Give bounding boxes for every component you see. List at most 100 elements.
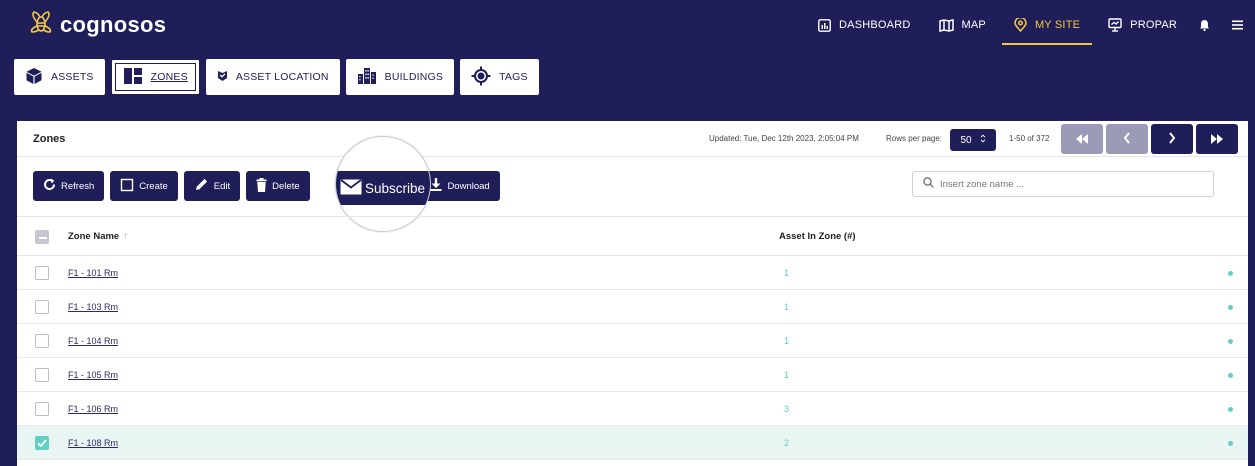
- delete-button[interactable]: Delete: [246, 171, 310, 201]
- zone-name-link[interactable]: F1 - 101 Rm: [68, 268, 118, 278]
- refresh-button[interactable]: Refresh: [33, 171, 105, 201]
- asset-count: 1: [784, 302, 790, 312]
- nav-my-site[interactable]: MY SITE: [1001, 0, 1093, 50]
- menu-button[interactable]: [1232, 0, 1243, 50]
- search-input[interactable]: [940, 178, 1190, 190]
- buildings-icon: [357, 67, 377, 88]
- zone-search[interactable]: [912, 171, 1214, 197]
- tab-buildings[interactable]: BUILDINGS: [345, 59, 455, 95]
- chevron-right-icon: [1168, 131, 1176, 147]
- tab-asset-location-label: ASSET LOCATION: [235, 71, 329, 83]
- location-pin-icon: [1014, 18, 1027, 32]
- table-row[interactable]: F1 - 101 Rm 1: [17, 256, 1248, 290]
- tab-tags-label: TAGS: [499, 71, 528, 83]
- status-dot: [1228, 271, 1233, 276]
- envelope-icon: [340, 178, 362, 198]
- download-icon: [430, 178, 442, 194]
- row-checkbox[interactable]: [35, 266, 49, 280]
- delete-label: Delete: [272, 180, 300, 192]
- table-row[interactable]: F1 - 103 Rm 1: [17, 290, 1248, 324]
- last-page-button[interactable]: [1196, 124, 1238, 154]
- main-nav: DASHBOARD MAP MY SITE PROPAR: [790, 0, 1243, 50]
- table-header: Zone Name ↑ Asset In Zone (#): [17, 216, 1248, 256]
- bee-logo-icon: [28, 9, 54, 40]
- tab-assets[interactable]: ASSETS: [14, 59, 105, 95]
- column-zone-name-label: Zone Name: [68, 231, 120, 242]
- zone-name-link[interactable]: F1 - 104 Rm: [68, 336, 118, 346]
- subscribe-label: Subscribe: [365, 180, 426, 196]
- cube-icon: [25, 67, 43, 88]
- zone-name-link[interactable]: F1 - 108 Rm: [68, 438, 118, 448]
- download-button[interactable]: Download: [420, 171, 500, 201]
- rows-per-page-select[interactable]: 50: [950, 129, 996, 151]
- pagination-range: 1-50 of 372: [1009, 134, 1050, 143]
- row-checkbox[interactable]: [35, 402, 49, 416]
- rows-per-page-value: 50: [960, 134, 972, 146]
- zone-name-link[interactable]: F1 - 106 Rm: [68, 404, 118, 414]
- notifications-button[interactable]: [1199, 0, 1210, 50]
- updated-timestamp: Updated: Tue, Dec 12th 2023, 2:05:04 PM: [709, 134, 859, 143]
- status-dot: [1228, 305, 1233, 310]
- status-dot: [1228, 441, 1233, 446]
- zones-panel: Zones Updated: Tue, Dec 12th 2023, 2:05:…: [17, 121, 1248, 466]
- double-chevron-right-icon: [1210, 131, 1224, 147]
- chevron-left-icon: [1123, 131, 1131, 147]
- zone-name-link[interactable]: F1 - 105 Rm: [68, 370, 118, 380]
- edit-button[interactable]: Edit: [183, 171, 241, 201]
- rows-per-page-label: Rows per page:: [886, 134, 943, 143]
- pagination-controls: [1061, 124, 1238, 154]
- presentation-icon: [1108, 18, 1122, 32]
- row-checkbox[interactable]: [35, 368, 49, 382]
- nav-map-label: MAP: [961, 19, 986, 31]
- row-checkbox[interactable]: [35, 334, 49, 348]
- search-icon: [923, 175, 934, 193]
- next-page-button[interactable]: [1151, 124, 1193, 154]
- asset-count: 2: [784, 438, 790, 448]
- panel-header: Zones Updated: Tue, Dec 12th 2023, 2:05:…: [17, 121, 1248, 157]
- status-dot: [1228, 407, 1233, 412]
- subscribe-button-zoomed[interactable]: Subscribe: [336, 171, 430, 205]
- brand-logo[interactable]: cognosos: [28, 9, 166, 40]
- row-checkbox[interactable]: [35, 300, 49, 314]
- page-title: Zones: [33, 133, 66, 145]
- create-button[interactable]: Create: [110, 171, 178, 201]
- tab-asset-location[interactable]: ASSET LOCATION: [205, 59, 340, 95]
- sort-arrow-up-icon[interactable]: ↑: [123, 231, 128, 242]
- asset-count: 1: [784, 370, 790, 380]
- trash-icon: [256, 177, 267, 195]
- table-row[interactable]: F1 - 106 Rm 3: [17, 392, 1248, 426]
- zones-grid-icon: [123, 67, 143, 88]
- nav-dashboard[interactable]: DASHBOARD: [818, 0, 910, 50]
- nav-map[interactable]: MAP: [938, 0, 986, 50]
- dashboard-icon: [818, 18, 831, 32]
- zone-name-link[interactable]: F1 - 103 Rm: [68, 302, 118, 312]
- row-checkbox-checked[interactable]: [35, 436, 49, 450]
- double-chevron-left-icon: [1075, 131, 1089, 147]
- tag-target-icon: [471, 66, 491, 89]
- column-zone-name[interactable]: Zone Name ↑: [68, 231, 128, 242]
- tab-zones-label: ZONES: [150, 71, 188, 83]
- draw-rectangle-icon: [120, 178, 134, 195]
- asset-count: 1: [784, 268, 790, 278]
- status-dot: [1228, 373, 1233, 378]
- bell-icon: [1199, 19, 1210, 31]
- table-row-selected[interactable]: F1 - 108 Rm 2: [17, 426, 1248, 460]
- nav-propar[interactable]: PROPAR: [1108, 0, 1177, 50]
- previous-page-button[interactable]: [1106, 124, 1148, 154]
- tab-tags[interactable]: TAGS: [460, 59, 539, 95]
- map-icon: [938, 18, 954, 32]
- create-label: Create: [139, 180, 168, 192]
- table-row[interactable]: F1 - 105 Rm 1: [17, 358, 1248, 392]
- column-asset-in-zone: Asset In Zone (#): [779, 231, 856, 242]
- first-page-button[interactable]: [1061, 124, 1103, 154]
- download-label: Download: [447, 180, 490, 192]
- tab-buildings-label: BUILDINGS: [384, 71, 444, 83]
- nav-my-site-label: MY SITE: [1034, 19, 1081, 31]
- refresh-icon: [43, 178, 56, 194]
- asset-location-icon: [217, 70, 228, 85]
- tab-zones[interactable]: ZONES: [110, 59, 200, 95]
- select-all-checkbox[interactable]: [35, 230, 49, 244]
- asset-count: 1: [784, 336, 790, 346]
- tab-assets-label: ASSETS: [51, 71, 94, 83]
- table-row[interactable]: F1 - 104 Rm 1: [17, 324, 1248, 358]
